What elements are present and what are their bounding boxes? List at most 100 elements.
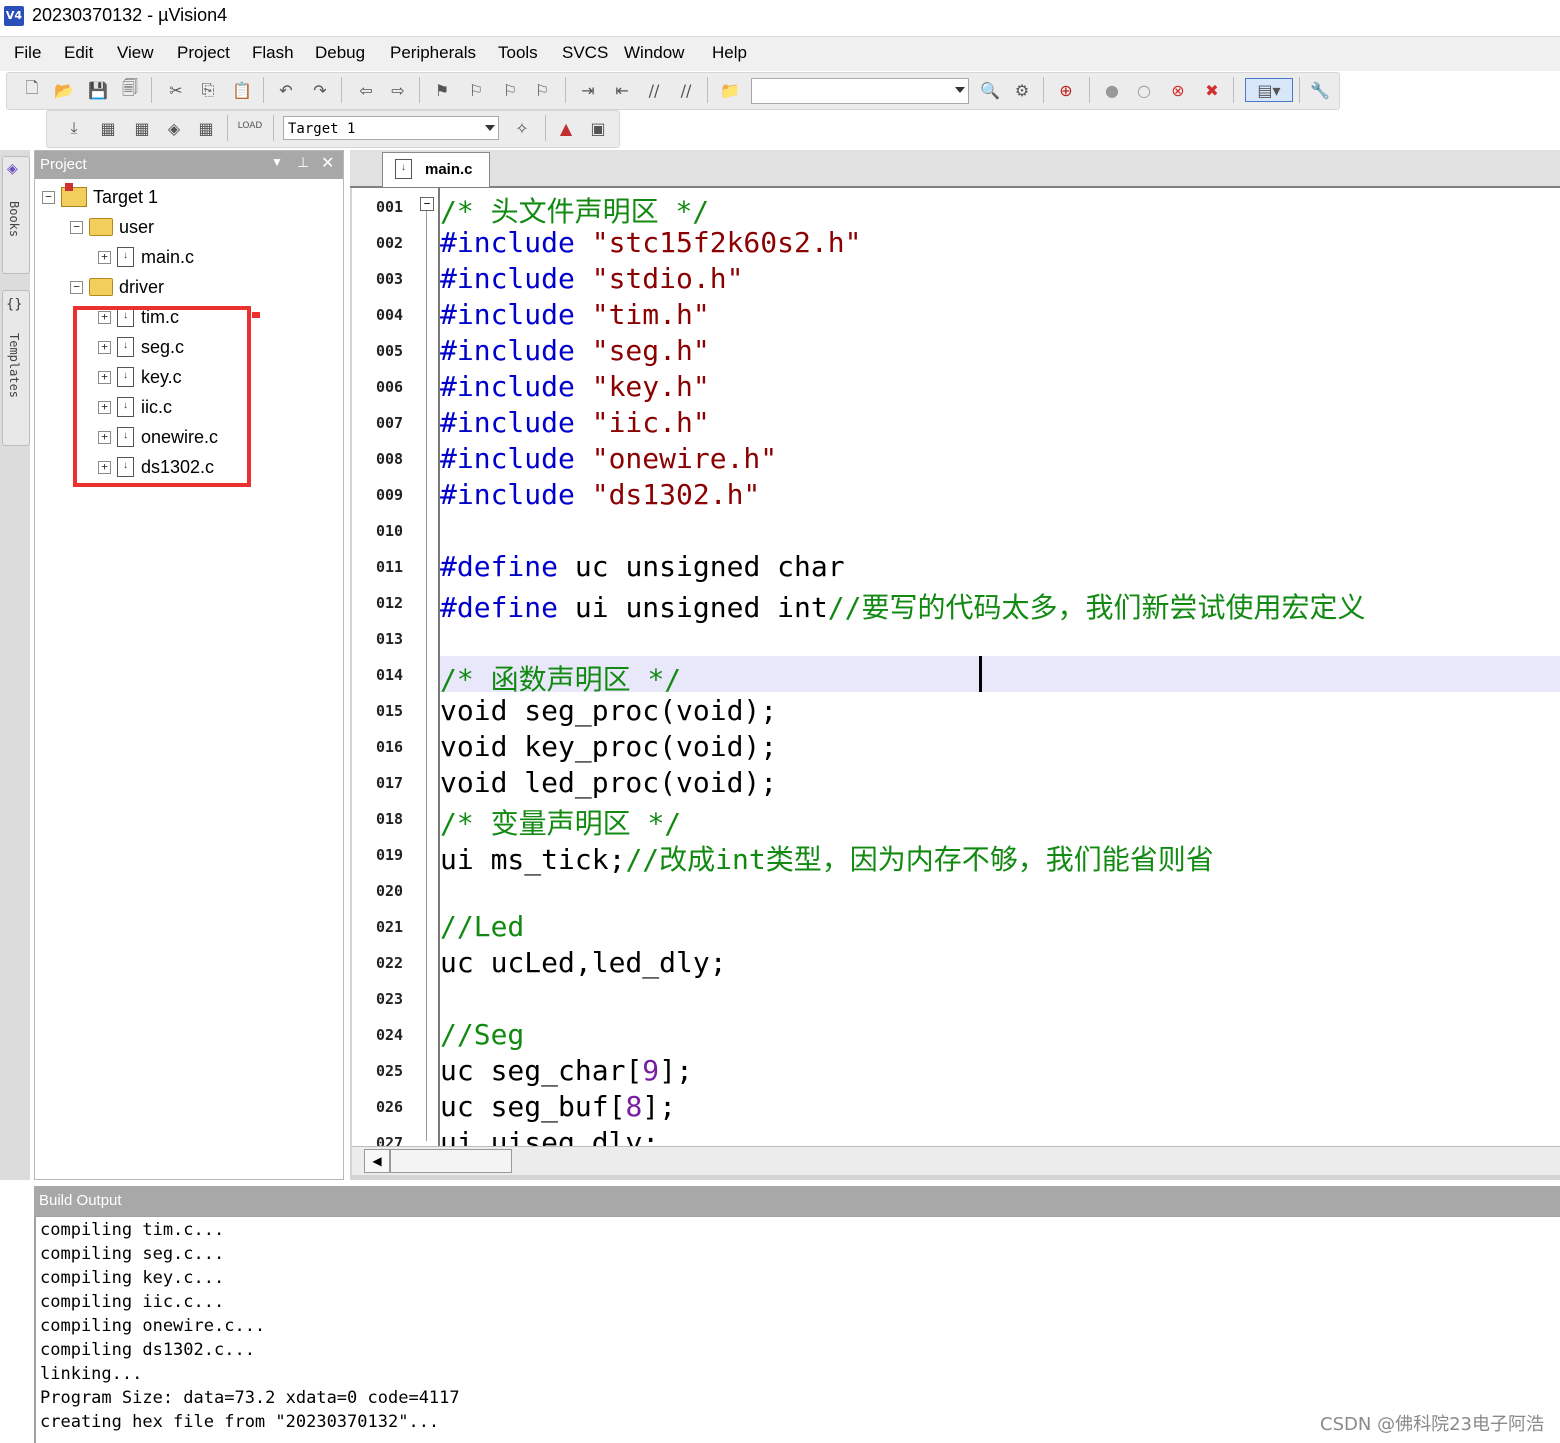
save-all-icon[interactable]: 🗐 [119,78,141,101]
tree-node-file[interactable]: + ↓ main.c [98,244,194,270]
undo-icon[interactable]: ↶ [275,79,297,101]
templates-tab-label: Templates [7,333,21,399]
expand-icon[interactable]: + [98,250,111,264]
collapse-icon[interactable]: − [42,190,55,204]
unindent-icon[interactable]: ⇤ [611,79,633,101]
build-output-line: creating hex file from "20230370132"... [40,1412,440,1432]
chevron-down-icon[interactable] [485,125,495,131]
menu-window[interactable]: Window [624,43,684,63]
code-line: #include "iic.h" [440,406,710,439]
build-icon[interactable]: ▦ [97,117,119,139]
target-options-icon[interactable]: ✧ [511,117,533,139]
line-number: 009 [376,486,404,504]
debug-session-icon[interactable]: ⊕ [1055,79,1077,101]
save-icon[interactable]: 💾 [87,79,109,101]
close-icon[interactable]: ✕ [321,153,334,173]
breakpoint-kill-all-icon[interactable]: ✖ [1201,79,1223,101]
menu-edit[interactable]: Edit [64,43,93,63]
menu-help[interactable]: Help [712,43,747,63]
horizontal-scrollbar[interactable]: ◀ [352,1146,1560,1175]
find-icon[interactable]: 🔍 [979,79,1001,101]
paste-icon[interactable]: 📋 [231,79,253,101]
tree-node-folder[interactable]: − driver [70,274,164,300]
c-file-icon: ↓ [395,159,412,179]
toolbar-separator [263,77,264,103]
manage-components-icon[interactable]: ▲ [555,117,577,139]
build-output-line: compiling ds1302.c... [40,1340,255,1360]
breakpoint-icon[interactable]: ● [1101,79,1123,101]
panel-pin-icon[interactable]: ⊥ [297,154,309,171]
line-number: 001 [376,198,404,216]
find-combo[interactable] [751,78,969,104]
collapse-icon[interactable]: − [70,220,83,234]
panel-dropdown-icon[interactable]: ▼ [271,155,283,169]
breakpoint-disable-icon[interactable]: ○ [1133,79,1155,101]
code-line: #include "onewire.h" [440,442,778,475]
menu-debug[interactable]: Debug [315,43,365,63]
target-select[interactable]: Target 1 [283,116,499,140]
tree-label: Target 1 [93,186,159,207]
menu-peripherals[interactable]: Peripherals [390,43,476,63]
redo-icon[interactable]: ↷ [309,79,331,101]
incremental-find-icon[interactable]: ⚙ [1011,79,1033,101]
code-line: #define ui unsigned int//要写的代码太多，我们新尝试使用… [440,591,1366,624]
batch-build-icon[interactable]: ◈ [163,117,185,139]
line-number: 017 [376,774,404,792]
code-line: #include "ds1302.h" [440,478,761,511]
indent-icon[interactable]: ⇥ [577,79,599,101]
uncomment-icon[interactable]: // [675,79,697,101]
bookmark-clear-icon[interactable]: ⚐ [531,79,553,101]
chevron-down-icon[interactable] [955,87,965,93]
menu-flash[interactable]: Flash [252,43,294,63]
toolbar-separator [565,77,566,103]
scroll-thumb[interactable] [390,1149,512,1173]
fold-collapse-icon[interactable]: − [420,197,434,211]
code-line: uc seg_char[9]; [440,1054,693,1087]
configure-wrench-icon[interactable]: 🔧 [1309,79,1331,101]
window-layout-icon[interactable]: ▤▾ [1245,78,1293,102]
bookmark-prev-icon[interactable]: ⚐ [465,79,487,101]
translate-icon[interactable]: ⤓ [63,117,85,139]
tree-node-folder[interactable]: − user [70,214,154,240]
books-tab[interactable]: ◈ Books [2,156,30,274]
line-number: 020 [376,882,404,900]
new-file-icon[interactable]: 🗋 [21,78,43,101]
build-output-line: compiling iic.c... [40,1292,225,1312]
code-line: #include "key.h" [440,370,710,403]
nav-back-icon[interactable]: ⇦ [355,79,377,101]
find-in-files-icon[interactable]: 📁 [719,79,741,101]
tree-node-target[interactable]: − Target 1 [42,183,159,210]
app-logo-icon: V4 [4,6,24,26]
breakpoint-disable-all-icon[interactable]: ⊗ [1167,79,1189,101]
menu-view[interactable]: View [117,43,154,63]
menu-svcs[interactable]: SVCS [562,43,608,63]
menu-tools[interactable]: Tools [498,43,538,63]
project-panel-title: Project [40,156,87,173]
cut-icon[interactable]: ✂ [165,79,187,101]
toolbar-separator [227,115,228,141]
select-packs-icon[interactable]: ▣ [587,117,609,139]
line-number: 005 [376,342,404,360]
code-line: #include "stc15f2k60s2.h" [440,226,862,259]
code-line: #include "seg.h" [440,334,710,367]
copy-icon[interactable]: ⎘ [197,79,219,101]
books-icon: ◈ [7,161,18,177]
comment-icon[interactable]: // [643,79,665,101]
download-load-icon[interactable]: LOAD [238,115,263,137]
nav-forward-icon[interactable]: ⇨ [387,79,409,101]
line-number: 016 [376,738,404,756]
templates-tab[interactable]: {} Templates [2,290,30,446]
scroll-left-icon[interactable]: ◀ [364,1149,390,1173]
tab-main-c[interactable]: ↓ main.c [382,152,490,187]
toolbar-separator [151,77,152,103]
menu-project[interactable]: Project [177,43,230,63]
open-folder-icon[interactable]: 📂 [53,79,75,101]
stop-build-icon[interactable]: ▦ [195,117,217,139]
code-line: #include "tim.h" [440,298,710,331]
rebuild-icon[interactable]: ▦ [131,117,153,139]
bookmark-next-icon[interactable]: ⚐ [499,79,521,101]
menu-file[interactable]: File [14,43,41,63]
code-line: /* 头文件声明区 */ [440,195,710,228]
bookmark-icon[interactable]: ⚑ [431,79,453,101]
collapse-icon[interactable]: − [70,280,83,294]
